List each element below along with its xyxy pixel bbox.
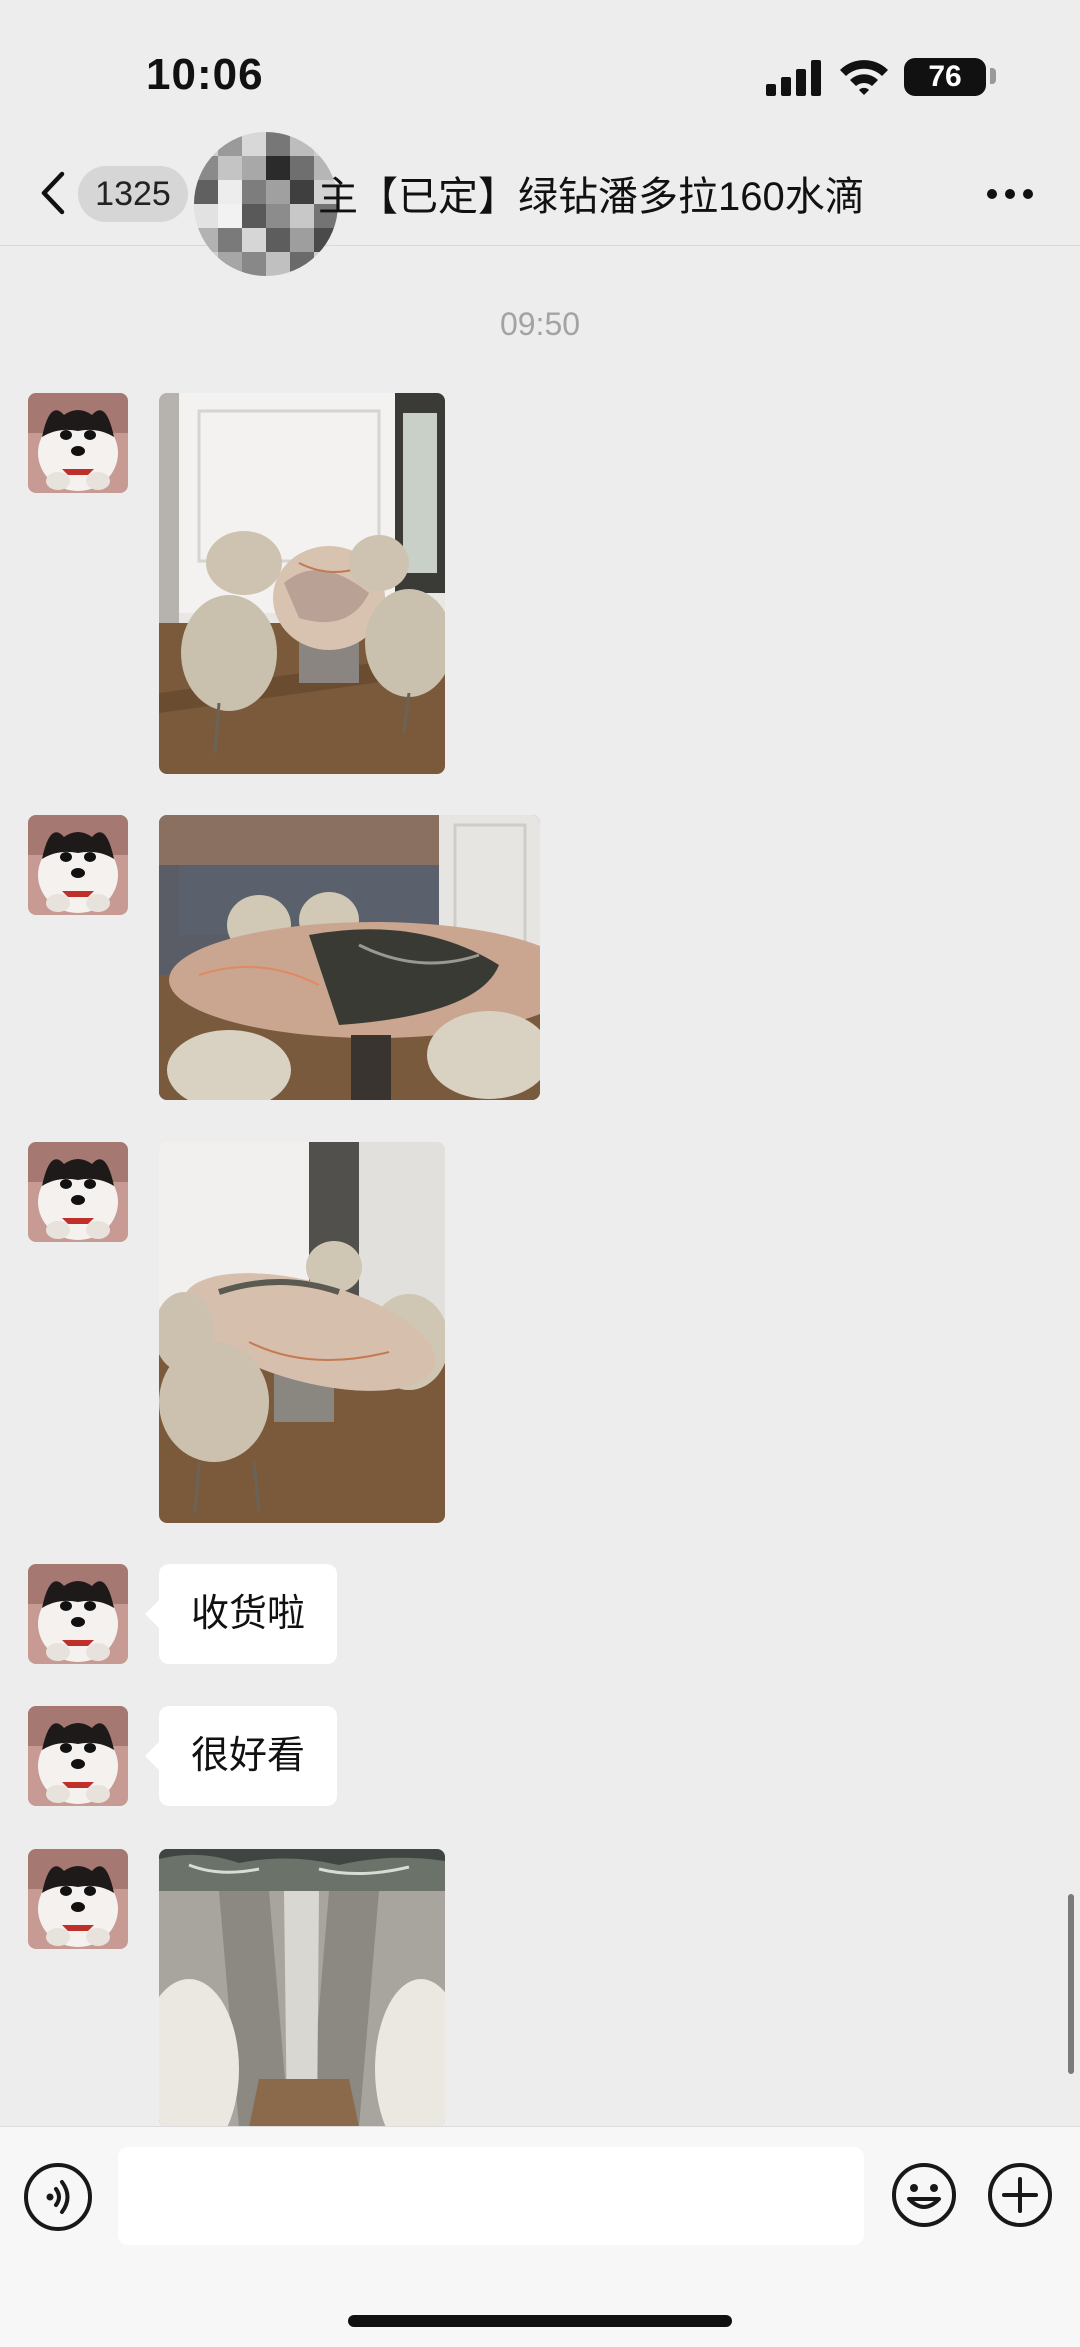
cellular-signal-icon bbox=[766, 60, 821, 96]
battery-level: 76 bbox=[904, 58, 986, 96]
chat-header: 1325 主【已定】绿钻潘多拉160水滴 bbox=[0, 130, 1080, 276]
text-message-bubble[interactable]: 收货啦 bbox=[144, 1564, 338, 1664]
sender-avatar[interactable] bbox=[28, 815, 128, 915]
battery-cap bbox=[990, 68, 996, 84]
voice-icon[interactable] bbox=[24, 2163, 92, 2231]
sender-avatar[interactable] bbox=[28, 1142, 128, 1242]
sender-avatar[interactable] bbox=[28, 1706, 128, 1806]
chat-screen: 10:06 76 1325 主【已定】绿钻潘多拉160水滴 09:50 收货啦 … bbox=[0, 0, 1080, 2347]
more-dots-icon[interactable] bbox=[986, 188, 1034, 200]
sender-avatar[interactable] bbox=[28, 393, 128, 493]
input-bar bbox=[0, 2126, 1080, 2347]
message-timestamp: 09:50 bbox=[499, 306, 581, 342]
image-message[interactable] bbox=[159, 1142, 445, 1523]
unread-count-badge[interactable]: 1325 bbox=[78, 166, 188, 222]
chat-title[interactable]: 主【已定】绿钻潘多拉160水滴 bbox=[318, 164, 865, 222]
message-input[interactable] bbox=[118, 2147, 864, 2245]
group-avatar[interactable] bbox=[194, 132, 338, 276]
home-indicator[interactable] bbox=[348, 2315, 732, 2327]
title-prefix-fragment: 主 bbox=[318, 175, 358, 219]
text-message-bubble[interactable]: 很好看 bbox=[144, 1706, 338, 1806]
sender-avatar[interactable] bbox=[28, 1849, 128, 1949]
image-message[interactable] bbox=[159, 1849, 445, 2127]
sender-avatar[interactable] bbox=[28, 1564, 128, 1664]
image-message[interactable] bbox=[159, 815, 540, 1100]
title-text: 【已定】绿钻潘多拉160水滴 bbox=[358, 175, 865, 219]
chevron-left-icon[interactable] bbox=[34, 168, 74, 218]
status-time: 10:06 bbox=[146, 50, 264, 99]
emoji-icon[interactable] bbox=[890, 2161, 958, 2229]
wifi-icon bbox=[840, 60, 888, 95]
image-message[interactable] bbox=[159, 393, 445, 774]
scrollbar[interactable] bbox=[1068, 1894, 1074, 2074]
status-bar: 10:06 76 bbox=[0, 0, 1080, 150]
plus-icon[interactable] bbox=[986, 2161, 1054, 2229]
